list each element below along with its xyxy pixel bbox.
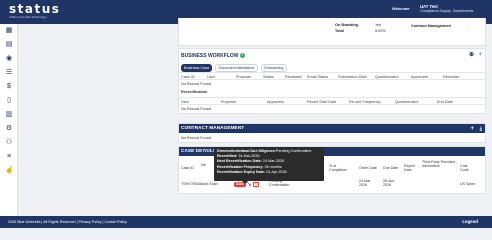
grid-icon[interactable]: ▤ [5,41,13,49]
people-list-icon[interactable]: ≡ [5,153,13,161]
chart-icon[interactable]: ▥ [5,111,13,119]
calendar-icon[interactable]: ▦ [5,27,13,35]
col-report-date: Report Date [404,164,415,173]
total-value: 5.00% [375,29,386,33]
col-case-id: Case ID [181,166,194,170]
count-badge[interactable]: 1 [253,182,259,187]
col-submission-date: Submission Date [338,75,367,79]
hand-pointer-icon[interactable]: ☝ [5,167,14,175]
add-contract-icon[interactable]: + [470,126,474,132]
legend-link[interactable]: Legend [462,219,478,224]
due-diligence-tooltip: Director/Individual Due Diligence:Pendin… [214,147,324,184]
document-icon[interactable]: ▯ [5,97,13,105]
contract-value: - [467,24,469,28]
logo[interactable]: status A Blue Umbrella Technology [9,3,60,19]
workflow-table-header: Case ID User Proposer Status Reviewed Em… [179,72,485,80]
tab-document-attestation[interactable]: Document Attestation [215,64,258,72]
col-due-date: Due Date [383,166,399,170]
download-icon[interactable]: ⤓ [480,126,482,132]
col-recert-user: User [181,100,190,104]
col-reviewed: Reviewed [285,75,302,79]
contract-management-title: CONTRACT MANAGEMENT [181,126,245,131]
col-questionnaire: Questionnaire [375,75,399,79]
gear-icon[interactable]: ⚙ [5,125,13,133]
col-recert-questionnaire: Questionnaire [395,100,419,104]
col-cost-code: Cost Code [460,164,469,173]
col-completion: % of Completion [329,164,348,173]
col-user: User [207,75,216,79]
total-label: Total [335,29,344,33]
summary-card: On Boarding Yes Total 5.00% Contract Man… [178,18,486,46]
row-name: Amit Shah [201,182,218,186]
recert-table-header: User Proposer Approvers Recert Start Dat… [179,97,485,105]
row-cost-code: US Spine [460,182,476,186]
contract-management-card: CONTRACT MANAGEMENT + ⤓ No Record Found [178,123,486,143]
col-reminder: Reminder [443,75,460,79]
contract-management-header: CONTRACT MANAGEMENT + ⤓ [179,124,485,133]
sidebar: ▦ ▤ ◉ ☰ $ ▯ ▥ ⚙ ⚇ ≡ ☝ [0,24,18,216]
row-status-line2: Confirmation [269,183,290,187]
col-recert-approvers: Approvers [267,100,285,104]
on-boarding-value: Yes [375,23,382,27]
welcome-label: Welcome [392,6,410,11]
col-name: Na [201,163,206,167]
col-approvers: Approvers [411,75,429,79]
info-icon[interactable]: i [239,53,245,59]
workflow-tabs: Business Case Document Attestation Onboa… [181,64,289,72]
row-order-date-2: 2026 [359,183,367,187]
business-workflow-title: BUSINESS WORKFLOW i [181,53,245,59]
case-details-title: CASE DETAILS [181,149,216,154]
col-recert-frequency: Re-cert Frequency [349,100,381,104]
recert-no-record-text: No Record Found [181,107,211,111]
eye-icon[interactable]: ◉ [5,55,13,63]
col-recert-start-date: Recert Start Date [307,100,337,104]
list-icon[interactable]: ☰ [5,69,13,77]
col-email-status: Email Status [307,75,329,79]
user-menu[interactable]: UAT Test Compliance,Supply, Departments [420,4,473,14]
tooltip-arrow [242,181,248,184]
business-workflow-card: BUSINESS WORKFLOW i ⊕ + Business Case Do… [178,48,486,114]
case-id-link[interactable]: TSHOT9048 [181,182,201,186]
col-proposer: Proposer [236,75,252,79]
logo-text: status [9,2,61,16]
tab-onboarding[interactable]: Onboarding [260,64,287,72]
col-recert-end-date: End Date [437,100,453,104]
no-record-text: No Record Found [181,82,211,86]
col-order-date: Order Date [359,166,377,170]
col-recert-proposer: Proposer [221,100,237,104]
add-case-icon[interactable]: ⊕ [469,52,474,58]
on-boarding-label: On Boarding [335,23,358,27]
users-icon[interactable]: ⚇ [5,139,13,147]
row-due-date-2: 2026 [383,183,391,187]
add-icon[interactable]: + [478,52,482,58]
footer-copyright: 2026 Blue Umbrella | All Rights Reserved… [8,220,127,224]
tooltip-line-5: Recertification Expiry Date: 24-Apr-2026 [217,169,287,174]
user-role: Compliance,Supply, Departments [420,9,474,13]
col-status: Status [263,75,274,79]
contract-label: Contract Management [411,24,451,28]
col-third-party-info: Third Party Provided Information [422,160,455,169]
col-case-id: Case ID [181,75,195,79]
recertification-heading: Recertification [181,90,208,94]
tab-business-case[interactable]: Business Case [181,64,213,72]
dollar-icon[interactable]: $ [5,83,13,91]
contract-no-record-text: No Record Found [181,136,211,140]
footer: 2026 Blue Umbrella | All Rights Reserved… [0,216,492,228]
